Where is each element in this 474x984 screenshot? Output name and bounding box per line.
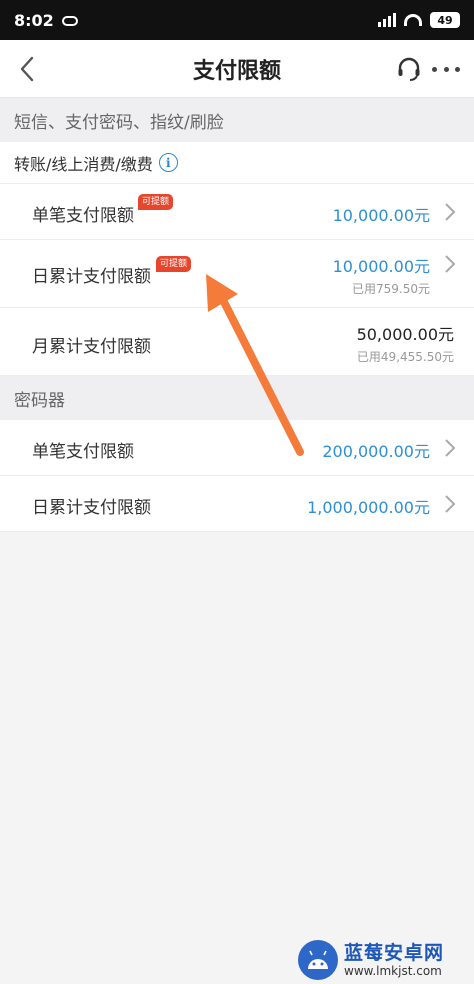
raise-limit-badge: 可提额 <box>138 194 174 210</box>
row-value: 1,000,000.00元 <box>307 498 430 517</box>
chevron-right-icon <box>445 255 456 273</box>
page-title: 支付限额 <box>192 58 281 84</box>
headset-icon[interactable] <box>396 56 422 82</box>
section-header-sms: 短信、支付密码、指纹/刷脸 <box>0 98 474 142</box>
chevron-right-icon <box>445 439 456 457</box>
limit-row-monthly: 月累计支付限额 50,000.00元 已用49,455.50元 <box>0 308 474 376</box>
chevron-right-icon <box>445 495 456 513</box>
chevron-right-icon <box>445 203 456 221</box>
watermark-url: www.lmkjst.com <box>344 964 442 978</box>
more-icon[interactable] <box>432 56 460 82</box>
token-limit-row-single[interactable]: 单笔支付限额 200,000.00元 <box>0 420 474 476</box>
raise-limit-badge: 可提额 <box>156 256 192 272</box>
row-used-amount: 已用49,455.50元 <box>356 350 454 364</box>
row-label: 日累计支付限额 <box>32 498 151 518</box>
subheader-transfer: 转账/线上消费/缴费 i <box>0 142 474 184</box>
subheader-transfer-label: 转账/线上消费/缴费 <box>14 154 153 174</box>
row-value: 50,000.00元 <box>356 325 454 344</box>
row-label: 单笔支付限额 <box>32 206 134 226</box>
signal-icon <box>378 13 396 27</box>
nav-bar: 支付限额 <box>0 40 474 98</box>
watermark: 蓝莓安卓网 www.lmkjst.com <box>298 938 470 982</box>
row-used-amount: 已用759.50元 <box>352 282 430 296</box>
status-icons: 49 <box>378 12 460 28</box>
row-value: 10,000.00元 <box>332 257 430 276</box>
section-header-sms-label: 短信、支付密码、指纹/刷脸 <box>14 112 224 133</box>
row-value: 10,000.00元 <box>332 206 430 225</box>
row-value: 200,000.00元 <box>322 442 430 461</box>
row-label: 单笔支付限额 <box>32 442 134 462</box>
limit-row-daily[interactable]: 日累计支付限额 可提额 10,000.00元 已用759.50元 <box>0 240 474 308</box>
watermark-title: 蓝莓安卓网 <box>344 942 445 964</box>
android-logo-icon <box>298 940 338 980</box>
battery-icon: 49 <box>430 12 460 28</box>
cloud-icon <box>61 16 78 26</box>
wifi-icon <box>404 14 422 26</box>
token-limit-row-daily[interactable]: 日累计支付限额 1,000,000.00元 <box>0 476 474 532</box>
row-label: 日累计支付限额 <box>32 267 151 287</box>
section-header-token-label: 密码器 <box>14 390 65 411</box>
row-label: 月累计支付限额 <box>32 337 151 357</box>
status-bar: 8:02 49 <box>0 0 474 40</box>
section-header-token: 密码器 <box>0 376 474 420</box>
status-time: 8:02 <box>14 10 54 30</box>
back-icon[interactable] <box>10 52 44 86</box>
info-icon[interactable]: i <box>158 153 178 172</box>
limit-row-single[interactable]: 单笔支付限额 可提额 10,000.00元 <box>0 184 474 240</box>
